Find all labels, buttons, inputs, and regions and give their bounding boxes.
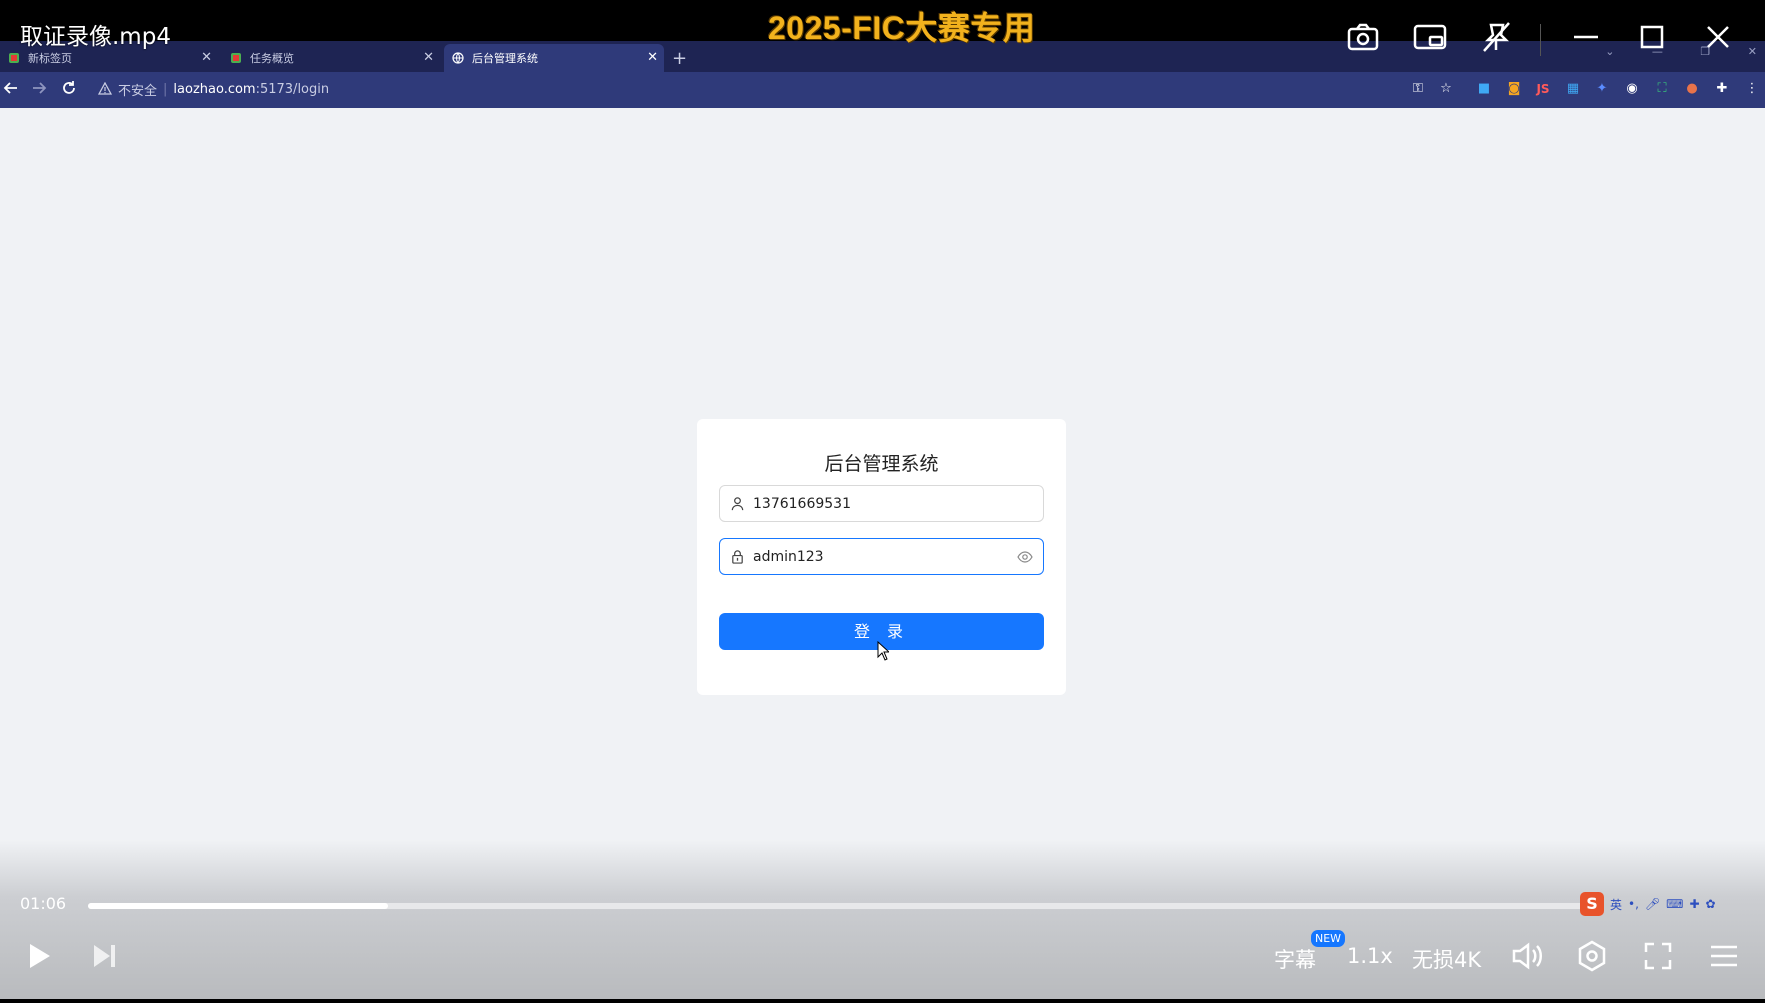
- divider: |: [163, 81, 168, 97]
- back-icon[interactable]: [2, 79, 20, 97]
- eye-icon[interactable]: [1017, 549, 1033, 565]
- elapsed-time: 01:06: [20, 894, 67, 913]
- login-title: 后台管理系统: [824, 453, 939, 475]
- url-path: :5173/login: [255, 81, 330, 97]
- play-icon[interactable]: [20, 938, 56, 974]
- username-input[interactable]: [751, 494, 1005, 513]
- quality-button[interactable]: 无损4K: [1412, 944, 1481, 974]
- ime-toolbar: S 英 •, 🎤︎ ⌨︎ ✚ ✿: [1580, 892, 1716, 916]
- password-input[interactable]: [751, 547, 1005, 566]
- cube-icon: [231, 53, 241, 63]
- screenshot-extension-icon[interactable]: ⛶: [1654, 81, 1670, 97]
- player-controls: 01:06 S 英 •, 🎤︎ ⌨︎ ✚ ✿ 字幕 NEW 1.1x 无损4K: [0, 840, 1765, 1003]
- volume-icon[interactable]: [1508, 938, 1544, 974]
- player-divider: [1540, 24, 1541, 56]
- minimize-icon[interactable]: [1566, 17, 1606, 57]
- tab-task-overview[interactable]: 任务概览 ✕: [222, 44, 440, 72]
- picture-in-picture-icon[interactable]: [1410, 17, 1450, 57]
- settings-icon[interactable]: [1574, 938, 1610, 974]
- new-tab-icon[interactable]: +: [672, 48, 687, 69]
- address-bar[interactable]: 不安全 | laozhao.com :5173/login: [92, 76, 1442, 102]
- lock-icon: [732, 550, 743, 564]
- subtitles-button[interactable]: 字幕: [1274, 944, 1316, 974]
- browser-toolbar: 不安全 | laozhao.com :5173/login ⚿ ☆ ■ ◙ JS…: [0, 72, 1765, 108]
- progress-fill: [88, 903, 388, 909]
- globe-icon: [452, 52, 464, 64]
- forward-icon[interactable]: [30, 79, 48, 97]
- camera-icon[interactable]: [1343, 17, 1383, 57]
- progress-bar[interactable]: [88, 903, 1588, 909]
- username-field[interactable]: [719, 485, 1044, 522]
- tab-label: 后台管理系统: [472, 52, 538, 65]
- ime-logo[interactable]: S: [1580, 892, 1604, 916]
- tab-admin-system[interactable]: 后台管理系统 ✕: [444, 44, 664, 72]
- warning-icon: [98, 82, 112, 95]
- puzzle-extension-icon[interactable]: ✦: [1594, 81, 1610, 97]
- camera-extension-icon[interactable]: ◙: [1506, 81, 1522, 97]
- ime-punctuation-icon[interactable]: •,: [1628, 897, 1639, 911]
- url-host: laozhao.com: [173, 81, 256, 97]
- next-icon[interactable]: [86, 938, 122, 974]
- user-icon: [731, 497, 744, 511]
- watermark-text: 2025-FIC大赛专用: [768, 10, 1036, 46]
- more-menu-icon[interactable]: ⋮: [1744, 81, 1760, 97]
- ime-keyboard-icon[interactable]: ⌨︎: [1666, 897, 1683, 911]
- extensions-icon[interactable]: ✚: [1714, 81, 1730, 97]
- password-field[interactable]: [719, 538, 1044, 575]
- tab-label: 新标签页: [28, 52, 72, 65]
- mouse-cursor-icon: [877, 641, 889, 661]
- grid-extension-icon[interactable]: ▦: [1565, 81, 1581, 97]
- tab-close-icon[interactable]: ✕: [201, 50, 212, 65]
- hand-extension-icon[interactable]: ●: [1684, 81, 1700, 97]
- bookmark-star-icon[interactable]: ☆: [1438, 81, 1454, 97]
- video-extension-icon[interactable]: ■: [1476, 81, 1492, 97]
- tab-search-icon[interactable]: ⌄: [1605, 45, 1614, 58]
- close-icon[interactable]: ✕: [1748, 45, 1757, 58]
- ime-skin-icon[interactable]: ✿: [1706, 897, 1716, 911]
- video-title: 取证录像.mp4: [20, 24, 171, 50]
- fullscreen-icon[interactable]: [1640, 938, 1676, 974]
- maximize-icon[interactable]: [1632, 17, 1672, 57]
- js-extension-icon[interactable]: JS: [1535, 81, 1551, 97]
- new-badge: NEW: [1311, 930, 1346, 947]
- key-icon[interactable]: ⚿: [1410, 81, 1426, 97]
- tab-close-icon[interactable]: ✕: [423, 50, 434, 65]
- pin-off-icon[interactable]: [1476, 17, 1516, 57]
- circle-extension-icon[interactable]: ◉: [1624, 81, 1640, 97]
- speed-button[interactable]: 1.1x: [1347, 944, 1393, 968]
- ime-toolbox-icon[interactable]: ✚: [1689, 897, 1699, 911]
- bottom-edge: [0, 999, 1765, 1003]
- tab-close-icon[interactable]: ✕: [647, 50, 658, 65]
- playlist-icon[interactable]: [1706, 938, 1742, 974]
- tab-label: 任务概览: [250, 52, 294, 65]
- close-icon[interactable]: [1698, 17, 1738, 57]
- ime-language[interactable]: 英: [1610, 896, 1622, 913]
- security-label: 不安全: [118, 83, 158, 99]
- cube-icon: [9, 53, 19, 63]
- ime-mic-icon[interactable]: 🎤︎: [1645, 897, 1660, 911]
- reload-icon[interactable]: [60, 79, 78, 97]
